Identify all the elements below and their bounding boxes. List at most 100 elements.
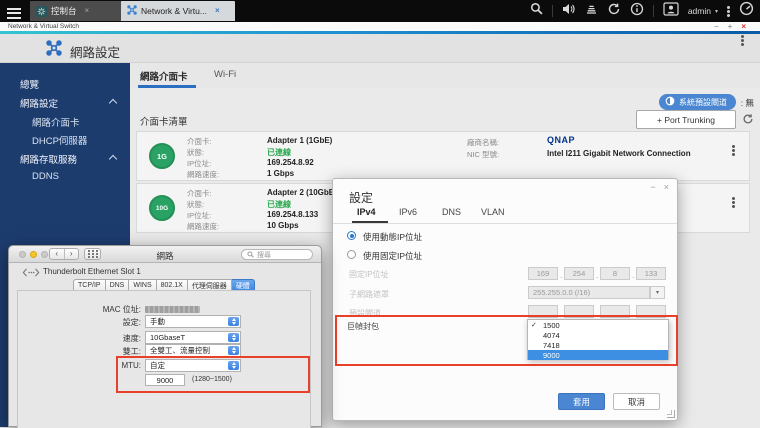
row-more-icon[interactable] <box>732 197 735 200</box>
tab-network-interfaces[interactable]: 網路介面卡 <box>140 69 188 83</box>
stepper-icon <box>228 346 239 355</box>
field-label: 介面卡: <box>187 136 212 147</box>
status-badge: 已連線 <box>267 147 291 158</box>
dialog-tab-vlan[interactable]: VLAN <box>481 207 505 217</box>
mtu-range-hint: (1280~1500) <box>192 376 232 383</box>
radio-dynamic-ip[interactable] <box>347 231 356 240</box>
speed-dropdown[interactable]: 10GbaseT <box>145 331 241 344</box>
info-icon[interactable] <box>630 2 644 21</box>
dialog-title: 設定 <box>349 189 373 206</box>
chevron-down-icon: ▾ <box>715 8 718 15</box>
dropdown-value: 手動 <box>150 316 165 327</box>
user-account-icon[interactable] <box>663 2 679 21</box>
search-icon[interactable] <box>530 2 543 20</box>
row-more-icon[interactable] <box>732 145 735 148</box>
dropdown-option-7418[interactable]: 7418 <box>528 340 668 350</box>
background-tasks-icon[interactable] <box>585 2 598 20</box>
taskbar-tab-control-panel[interactable]: 控制台 × <box>30 1 130 21</box>
gateway-octet-field[interactable] <box>528 305 558 318</box>
accent-gradient-bar <box>0 31 760 34</box>
page-title: 網路設定 <box>70 42 120 61</box>
mtu-value-input[interactable]: 9000 <box>145 374 185 386</box>
taskbar-tab-network-virtual-switch[interactable]: Network & Virtu... × <box>121 1 235 21</box>
gateway-octet-field[interactable] <box>600 305 630 318</box>
topbar-icons: admin ▾ <box>530 0 754 22</box>
dropdown-value: 自定 <box>150 360 165 371</box>
radio-static-ip[interactable] <box>347 250 356 259</box>
sidebar-item-network-settings[interactable]: 網路設定 <box>20 96 58 110</box>
dropdown-option-4074[interactable]: 4074 <box>528 330 668 340</box>
configure-dropdown[interactable]: 手動 <box>145 315 241 328</box>
dialog-tab-ipv4[interactable]: IPv4 <box>357 207 376 217</box>
mtu-dropdown[interactable]: 自定 <box>145 359 241 372</box>
external-device-icon[interactable] <box>607 2 621 21</box>
field-label: IP位址: <box>187 210 211 221</box>
adapter-row-1[interactable]: 1G 介面卡: 狀態: IP位址: 網路速度: Adapter 1 (1GbE)… <box>136 131 750 181</box>
ip-octet-field[interactable]: 254 <box>564 267 594 280</box>
dialog-tab-ipv6[interactable]: IPv6 <box>399 207 417 217</box>
dialog-minimize-icon[interactable]: − <box>650 182 655 192</box>
check-icon: ✓ <box>531 321 537 329</box>
dropdown-option-1500[interactable]: ✓ 1500 <box>528 320 668 330</box>
port-trunking-button[interactable]: + Port Trunking <box>636 110 736 129</box>
refresh-icon[interactable] <box>742 112 754 130</box>
option-label: 7418 <box>543 341 560 350</box>
tab-close-icon[interactable]: × <box>85 7 90 15</box>
sidebar-item-overview[interactable]: 總覽 <box>20 77 39 91</box>
jumbo-frame-dropdown: ✓ 1500 4074 7418 9000 <box>527 319 669 360</box>
network-icon <box>127 5 137 17</box>
subnet-mask-field[interactable]: 255.255.0.0 (/16) <box>528 286 650 299</box>
apply-button[interactable]: 套用 <box>558 393 605 410</box>
user-menu[interactable]: admin ▾ <box>688 6 718 16</box>
mac-address-label: MAC 位址: <box>19 304 141 315</box>
tab-wifi[interactable]: Wi-Fi <box>214 69 236 80</box>
field-label: 廠商名稱: <box>467 137 499 148</box>
gateway-status: : 無 <box>741 97 754 109</box>
stepper-icon <box>228 317 239 326</box>
field-label: 狀態: <box>187 199 204 210</box>
dropdown-option-9000[interactable]: 9000 <box>528 350 668 360</box>
ip-octet-field[interactable]: 169 <box>528 267 558 280</box>
adapter-speed-badge: 10G <box>149 195 175 221</box>
macos-titlebar[interactable]: ‹ › 網路 搜尋 <box>9 246 321 263</box>
configure-label: 設定: <box>19 317 141 328</box>
app-window-titlebar: Network & Virtual Switch − + × <box>0 22 760 31</box>
minimize-icon[interactable]: − <box>714 22 719 31</box>
system-default-gateway-button[interactable]: 系統預設閘道 <box>659 94 736 110</box>
cancel-button[interactable]: 取消 <box>613 393 660 410</box>
field-label: IP位址: <box>187 158 211 169</box>
chevron-up-icon[interactable] <box>109 99 117 107</box>
dialog-tab-dns[interactable]: DNS <box>442 207 461 217</box>
header-more-icon[interactable] <box>741 35 744 38</box>
resource-monitor-icon[interactable] <box>739 1 754 21</box>
duplex-dropdown[interactable]: 全雙工、流量控制 <box>145 344 241 357</box>
sidebar-item-network-access[interactable]: 網路存取服務 <box>20 152 77 166</box>
field-label: 狀態: <box>187 147 204 158</box>
gateway-octet-field[interactable] <box>636 305 666 318</box>
maximize-icon[interactable]: + <box>728 22 733 31</box>
search-input[interactable]: 搜尋 <box>241 249 313 260</box>
chevron-up-icon[interactable] <box>109 155 117 163</box>
settings-dialog: − × 設定 IPv4 IPv6 DNS VLAN 使用動態IP位址 使用固定I… <box>332 178 678 421</box>
close-icon[interactable]: × <box>741 22 746 31</box>
control-panel-icon <box>36 6 47 17</box>
ip-octet-field[interactable]: 8 <box>600 267 630 280</box>
notification-volume-icon[interactable] <box>562 2 576 20</box>
tab-close-icon[interactable]: × <box>215 7 220 15</box>
subnet-dropdown-button[interactable]: ▾ <box>650 286 665 299</box>
sidebar-item-ddns[interactable]: DDNS <box>32 171 59 182</box>
more-options-icon[interactable] <box>727 6 730 9</box>
desktop-topbar: 控制台 × Network & Virtu... × admin ▾ <box>0 0 760 22</box>
sidebar-item-dhcp-server[interactable]: DHCP伺服器 <box>32 133 87 147</box>
ip-octet-field[interactable]: 133 <box>636 267 666 280</box>
nic-model: Intel I211 Gigabit Network Connection <box>547 149 691 158</box>
app-header: 網路設定 <box>0 34 760 63</box>
sidebar-item-network-interfaces[interactable]: 網路介面卡 <box>32 115 80 129</box>
dialog-close-icon[interactable]: × <box>664 182 669 192</box>
ip-address: 169.254.8.133 <box>267 210 318 219</box>
option-label: 9000 <box>543 351 560 360</box>
gateway-octet-field[interactable] <box>564 305 594 318</box>
active-tab-underline <box>352 221 388 223</box>
resize-handle[interactable] <box>667 410 675 418</box>
main-menu-icon[interactable] <box>7 5 21 21</box>
